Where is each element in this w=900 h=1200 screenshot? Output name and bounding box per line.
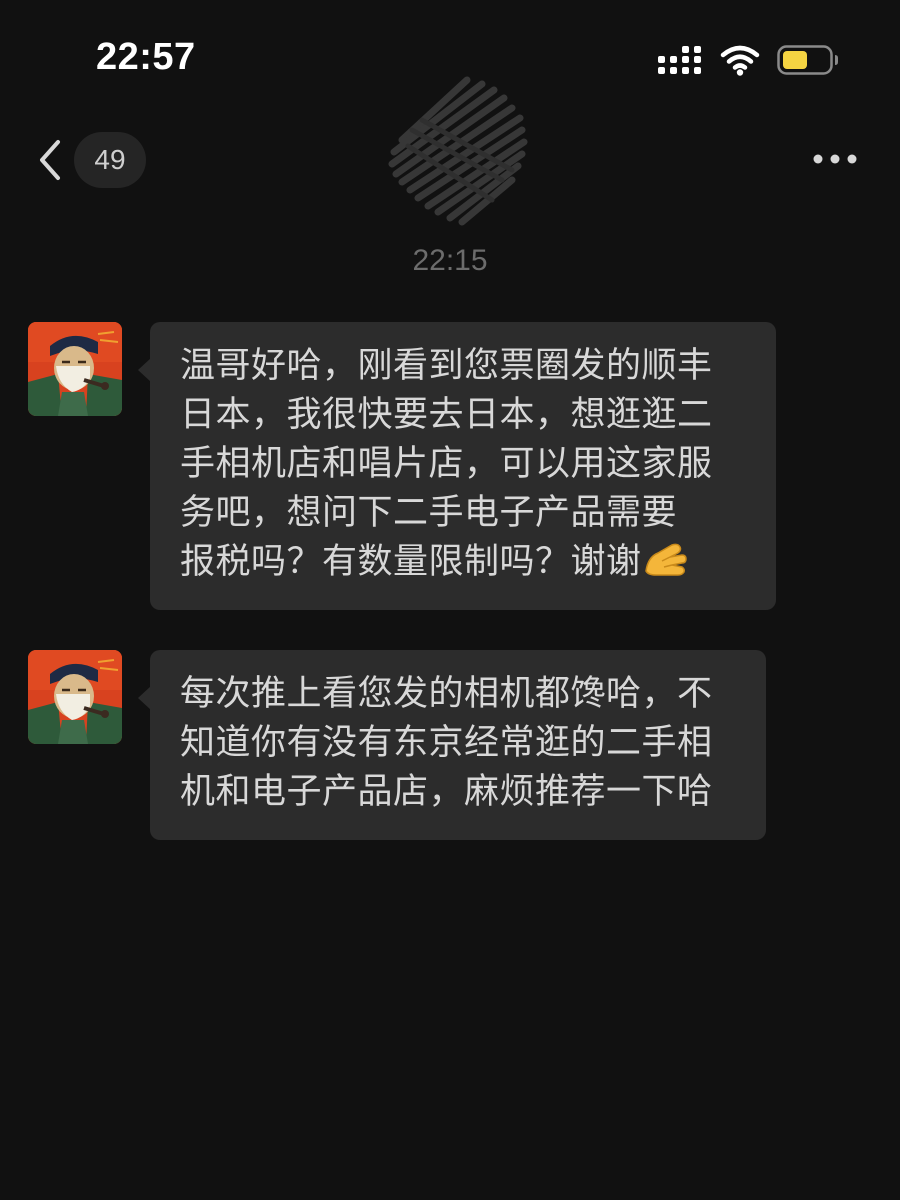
status-time: 22:57 <box>96 36 196 78</box>
battery-icon <box>777 45 838 75</box>
chat-area[interactable]: 22:15 温哥好哈，刚看到您票圈发的顺丰 日本，我很快要去日本，想逛逛二 手相… <box>0 230 900 1200</box>
message-line: 手相机店和唱片店，可以用这家服 <box>180 444 713 484</box>
message-line: 温哥好哈，刚看到您票圈发的顺丰 <box>180 346 713 386</box>
message-line: 务吧，想问下二手电子产品需要 <box>180 493 678 533</box>
message-last-line: 报税吗？有数量限制吗？谢谢 <box>180 538 750 587</box>
message-line: 日本，我很快要去日本，想逛逛二 <box>180 395 713 435</box>
avatar-portrait-icon <box>28 322 122 416</box>
wifi-icon <box>720 45 760 76</box>
avatar-portrait-icon <box>28 650 122 744</box>
pinched-fingers-emoji-icon <box>644 543 687 576</box>
contact-avatar[interactable] <box>28 322 122 416</box>
message-line: 每次推上看您发的相机都馋哈，不 <box>180 674 713 714</box>
signal-icon <box>658 46 701 74</box>
nav-bar: 49 <box>0 76 900 226</box>
redacted-contact-name <box>388 76 528 226</box>
message-line: 报税吗？有数量限制吗？谢谢 <box>180 542 642 582</box>
message-line: 机和电子产品店，麻烦推荐一下哈 <box>180 772 713 812</box>
message-bubble[interactable]: 每次推上看您发的相机都馋哈，不 知道你有没有东京经常逛的二手相 机和电子产品店，… <box>138 650 766 840</box>
chevron-left-icon[interactable] <box>36 138 64 182</box>
message-timestamp: 22:15 <box>412 244 488 277</box>
unread-count-badge[interactable]: 49 <box>74 132 146 188</box>
message-line: 知道你有没有东京经常逛的二手相 <box>180 723 713 763</box>
message-bubble[interactable]: 温哥好哈，刚看到您票圈发的顺丰 日本，我很快要去日本，想逛逛二 手相机店和唱片店… <box>138 322 776 610</box>
more-icon[interactable] <box>812 148 858 170</box>
contact-avatar[interactable] <box>28 650 122 744</box>
